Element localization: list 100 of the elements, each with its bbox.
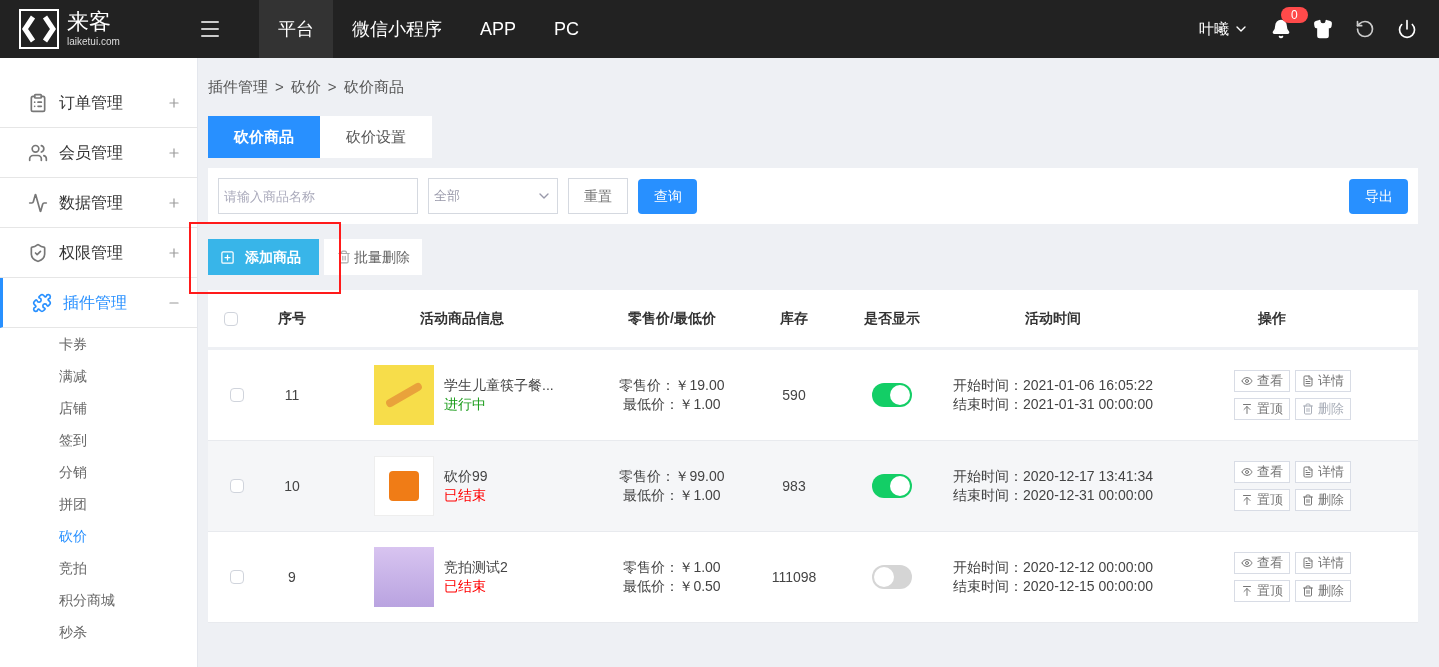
row-action-button[interactable]: 查看 bbox=[1233, 370, 1290, 392]
column-header: 库存 bbox=[779, 309, 809, 328]
submenu-item[interactable]: 店铺 bbox=[0, 392, 197, 424]
lowest-price: 最低价：￥1.00 bbox=[623, 395, 721, 414]
query-button[interactable]: 查询 bbox=[638, 178, 697, 214]
logo-text: 来客 bbox=[67, 11, 112, 33]
status-text: 已结束 bbox=[444, 577, 487, 596]
display-toggle[interactable] bbox=[872, 474, 912, 498]
row-action-button[interactable]: 详情 bbox=[1294, 461, 1351, 483]
users-icon bbox=[28, 142, 48, 163]
submenu-item[interactable]: 竞拍 bbox=[0, 552, 197, 584]
display-toggle[interactable] bbox=[872, 565, 912, 589]
name-input-field[interactable]: 请输入商品名称 bbox=[218, 178, 418, 214]
power-icon[interactable] bbox=[1397, 19, 1417, 39]
expand-icon[interactable] bbox=[167, 245, 181, 260]
expand-icon[interactable] bbox=[167, 195, 181, 210]
logo-icon bbox=[19, 9, 59, 49]
end-time: 结束时间：2021-01-31 00:00:00 bbox=[953, 395, 1153, 414]
table-cell-text: 983 bbox=[781, 476, 807, 496]
submenu-item[interactable]: 卡券 bbox=[0, 328, 197, 360]
sidebar-item[interactable]: 插件管理 bbox=[0, 278, 197, 328]
checkbox[interactable] bbox=[224, 311, 238, 326]
eye-icon bbox=[1240, 466, 1253, 478]
row-action-button[interactable]: 置顶 bbox=[1233, 580, 1290, 602]
table-cell-text: 9 bbox=[287, 567, 297, 587]
undo-icon[interactable] bbox=[1355, 19, 1375, 39]
platform-tab[interactable]: 平台 bbox=[259, 0, 333, 58]
document-icon bbox=[1301, 466, 1314, 478]
sidebar-item[interactable]: 订单管理 bbox=[0, 78, 197, 128]
product-logo-image bbox=[374, 456, 434, 516]
row-action-button[interactable]: 详情 bbox=[1294, 552, 1351, 574]
submenu-item[interactable]: 砍价 bbox=[0, 520, 197, 552]
pin-top-icon bbox=[1240, 494, 1253, 506]
end-time: 结束时间：2020-12-31 00:00:00 bbox=[953, 486, 1153, 505]
row-action-button[interactable]: 置顶 bbox=[1233, 489, 1290, 511]
end-time: 结束时间：2020-12-15 00:00:00 bbox=[953, 577, 1153, 596]
eye-icon bbox=[1240, 557, 1253, 569]
start-time: 开始时间：2020-12-12 00:00:00 bbox=[953, 558, 1153, 577]
row-action-button[interactable]: 删除 bbox=[1294, 580, 1351, 602]
eye-icon bbox=[1240, 375, 1253, 387]
submenu-item[interactable]: 签到 bbox=[0, 424, 197, 456]
checkbox[interactable] bbox=[230, 479, 244, 493]
retail-price: 零售价：￥99.00 bbox=[619, 467, 725, 486]
status-text: 已结束 bbox=[444, 486, 487, 505]
trash-icon bbox=[1301, 585, 1314, 597]
submenu-item[interactable]: 拼团 bbox=[0, 488, 197, 520]
expand-icon[interactable] bbox=[167, 95, 181, 110]
row-action-button[interactable]: 查看 bbox=[1233, 552, 1290, 574]
document-icon bbox=[1301, 375, 1314, 387]
column-header: 零售价/最低价 bbox=[627, 309, 717, 328]
document-icon bbox=[1301, 557, 1314, 569]
breadcrumb-item[interactable]: 砍价 bbox=[290, 75, 321, 99]
checkbox[interactable] bbox=[230, 570, 244, 584]
product-name: 学生儿童筷子餐... bbox=[444, 376, 554, 395]
display-toggle[interactable] bbox=[872, 383, 912, 407]
column-header: 活动商品信息 bbox=[419, 309, 505, 328]
start-time: 开始时间：2021-01-06 16:05:22 bbox=[953, 376, 1153, 395]
bell-icon[interactable] bbox=[1271, 19, 1291, 39]
breadcrumb-separator: > bbox=[327, 76, 337, 97]
shirt-icon[interactable] bbox=[1313, 19, 1333, 39]
sidebar-item[interactable]: 数据管理 bbox=[0, 178, 197, 228]
table-cell-text: 11 bbox=[283, 385, 301, 405]
row-action-button[interactable]: 删除 bbox=[1294, 489, 1351, 511]
sidebar-item[interactable]: 会员管理 bbox=[0, 128, 197, 178]
retail-price: 零售价：￥1.00 bbox=[623, 558, 721, 577]
clipboard-icon bbox=[28, 92, 48, 113]
breadcrumb-item[interactable]: 插件管理 bbox=[208, 75, 268, 99]
table-cell-text: 10 bbox=[283, 476, 301, 496]
column-header: 活动时间 bbox=[1024, 309, 1082, 328]
checkbox[interactable] bbox=[230, 388, 244, 402]
expand-icon[interactable] bbox=[167, 145, 181, 160]
user-menu[interactable]: 叶曦 bbox=[1199, 17, 1249, 41]
row-action-button[interactable]: 详情 bbox=[1294, 370, 1351, 392]
breadcrumb-separator: > bbox=[275, 76, 284, 97]
batch-delete-button[interactable]: 批量删除 bbox=[324, 239, 422, 275]
submenu-item[interactable]: 积分商城 bbox=[0, 584, 197, 616]
export-button[interactable]: 导出 bbox=[1349, 178, 1408, 214]
lowest-price: 最低价：￥1.00 bbox=[623, 486, 721, 505]
submenu-item[interactable]: 分销 bbox=[0, 456, 197, 488]
table-cell-text: 111098 bbox=[770, 567, 818, 587]
row-action-button[interactable]: 置顶 bbox=[1233, 398, 1290, 420]
column-header: 序号 bbox=[277, 309, 307, 328]
retail-price: 零售价：￥19.00 bbox=[619, 376, 725, 395]
submenu-item[interactable]: 秒杀 bbox=[0, 616, 197, 648]
photo-placeholder bbox=[374, 547, 434, 607]
page-tab[interactable]: 砍价设置 bbox=[320, 116, 432, 158]
lowest-price: 最低价：￥0.50 bbox=[623, 577, 721, 596]
reset-button[interactable]: 重置 bbox=[568, 178, 628, 214]
page-tab[interactable]: 砍价商品 bbox=[208, 116, 320, 158]
photo-placeholder bbox=[374, 365, 434, 425]
status-text: 进行中 bbox=[444, 395, 487, 414]
trash-icon bbox=[336, 250, 351, 264]
submenu-item[interactable]: 满减 bbox=[0, 360, 197, 392]
row-action-button[interactable]: 查看 bbox=[1233, 461, 1290, 483]
pin-top-icon bbox=[1240, 403, 1253, 415]
column-header: 是否显示 bbox=[863, 309, 921, 328]
trash-icon bbox=[1301, 494, 1314, 506]
line-chart-icon bbox=[28, 192, 48, 213]
notification-badge: 0 bbox=[1281, 7, 1308, 23]
sidebar-item[interactable]: 权限管理 bbox=[0, 228, 197, 278]
